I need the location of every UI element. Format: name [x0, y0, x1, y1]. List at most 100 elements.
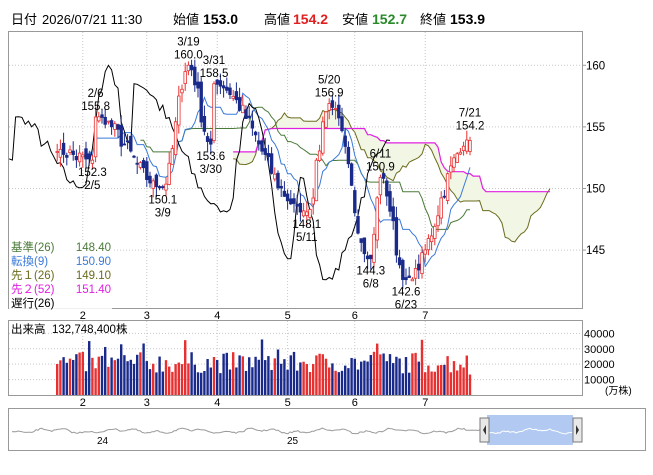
- volume-bar: [62, 357, 65, 395]
- candle: [125, 134, 130, 150]
- svg-text:3/31: 3/31: [203, 55, 225, 67]
- volume-bar: [107, 366, 110, 395]
- volume-bar: [286, 369, 289, 395]
- candle: [231, 89, 235, 102]
- indicator-legend: 基準(26) 148.40 転換(9) 150.90 先１(26) 149.10…: [9, 240, 112, 310]
- volume-bar: [366, 361, 369, 395]
- x-tick-label-4: 4: [214, 310, 220, 322]
- volume-x-axis: 2 3 4 5 6 7: [80, 397, 429, 409]
- ichimoku-cloud: [233, 109, 550, 242]
- vol-tick-label-30000: 30000: [584, 344, 615, 356]
- volume-bar: [395, 356, 398, 395]
- volume-bar: [110, 357, 113, 395]
- candle: [135, 156, 139, 175]
- volume-bar: [75, 354, 78, 395]
- volume-bar: [238, 355, 241, 395]
- candle: [189, 59, 194, 77]
- candle: [292, 193, 296, 213]
- volume-bar: [337, 372, 340, 395]
- candle: [413, 259, 418, 286]
- high-label: 高値: [264, 12, 290, 27]
- candle: [324, 111, 328, 129]
- vol-x-tick-label-5: 5: [285, 397, 291, 409]
- volume-bar: [161, 371, 164, 395]
- volume-bar: [56, 363, 59, 395]
- y-tick-label-155: 155: [586, 122, 605, 134]
- volume-bar: [155, 372, 158, 395]
- svg-text:148.1: 148.1: [292, 219, 321, 231]
- legend-base-label: 基準(26): [11, 240, 55, 254]
- x-tick-label-6: 6: [352, 310, 358, 322]
- candle: [298, 193, 303, 222]
- svg-text:158.5: 158.5: [200, 68, 229, 80]
- svg-text:152.3: 152.3: [78, 167, 107, 179]
- annotation-6-8: 144.36/8: [356, 266, 385, 291]
- volume-bar: [302, 361, 305, 395]
- volume-bar: [84, 371, 88, 395]
- vol-x-tick-label-4: 4: [214, 397, 220, 409]
- volume-bar: [187, 363, 190, 395]
- svg-text:3/19: 3/19: [177, 36, 199, 48]
- volume-bar: [452, 361, 456, 395]
- volume-bar: [417, 361, 420, 395]
- volume-bar: [145, 361, 148, 395]
- vol-x-tick-label-6: 6: [352, 397, 358, 409]
- volume-bar: [376, 343, 379, 395]
- candle: [173, 117, 178, 156]
- navigator-selected-range[interactable]: [487, 415, 573, 445]
- x-tick-label-2: 2: [80, 310, 86, 322]
- candle: [212, 81, 216, 144]
- candle: [311, 188, 315, 215]
- volume-bar: [251, 367, 254, 395]
- annotation-3-31: 3/31158.5: [200, 55, 229, 80]
- volume-bar: [142, 343, 145, 395]
- volume-bar: [344, 365, 347, 395]
- x-tick-label-5: 5: [285, 310, 291, 322]
- volume-bar: [244, 370, 248, 395]
- range-navigator[interactable]: 24 25: [11, 415, 583, 447]
- candle: [119, 115, 123, 157]
- volume-bar: [216, 359, 219, 395]
- volume-bar: [254, 356, 257, 395]
- candle: [132, 155, 136, 159]
- candle: [225, 77, 229, 94]
- volume-bars: [56, 339, 472, 395]
- candle: [260, 139, 264, 155]
- volume-bar: [312, 364, 315, 395]
- navigator-left-handle[interactable]: [479, 417, 490, 443]
- candle: [193, 59, 197, 92]
- vol-tick-label-10000: 10000: [584, 375, 615, 387]
- navigator-right-handle[interactable]: [572, 417, 583, 443]
- candle: [170, 145, 175, 165]
- volume-bar: [190, 352, 193, 395]
- x-tick-label-7: 7: [422, 310, 428, 322]
- svg-text:160.0: 160.0: [174, 49, 203, 61]
- candle: [404, 268, 408, 285]
- x-tick-label-3: 3: [144, 310, 150, 322]
- svg-text:3/9: 3/9: [155, 207, 171, 219]
- candle: [401, 258, 405, 289]
- volume-label: 出来高: [11, 322, 46, 336]
- svg-text:154.2: 154.2: [456, 121, 485, 133]
- volume-bar: [168, 366, 171, 395]
- volume-bar: [308, 371, 312, 395]
- y-tick-label-160: 160: [586, 60, 605, 72]
- candle: [237, 87, 242, 112]
- high-value: 154.2: [293, 11, 328, 27]
- volume-bar: [305, 364, 308, 395]
- volume-bar: [180, 364, 184, 395]
- volume-bar: [372, 351, 376, 395]
- candle: [145, 156, 149, 188]
- volume-bar: [126, 361, 129, 395]
- svg-text:155.8: 155.8: [81, 101, 110, 113]
- candle: [77, 145, 82, 167]
- open-value: 153.0: [203, 11, 238, 27]
- volume-bar: [392, 363, 395, 395]
- candle: [407, 266, 411, 278]
- vol-x-tick-label-3: 3: [144, 397, 150, 409]
- volume-bar: [81, 351, 84, 395]
- volume-bar: [318, 353, 321, 395]
- volume-bar: [283, 359, 286, 395]
- candle: [301, 202, 306, 218]
- svg-text:6/23: 6/23: [395, 300, 417, 312]
